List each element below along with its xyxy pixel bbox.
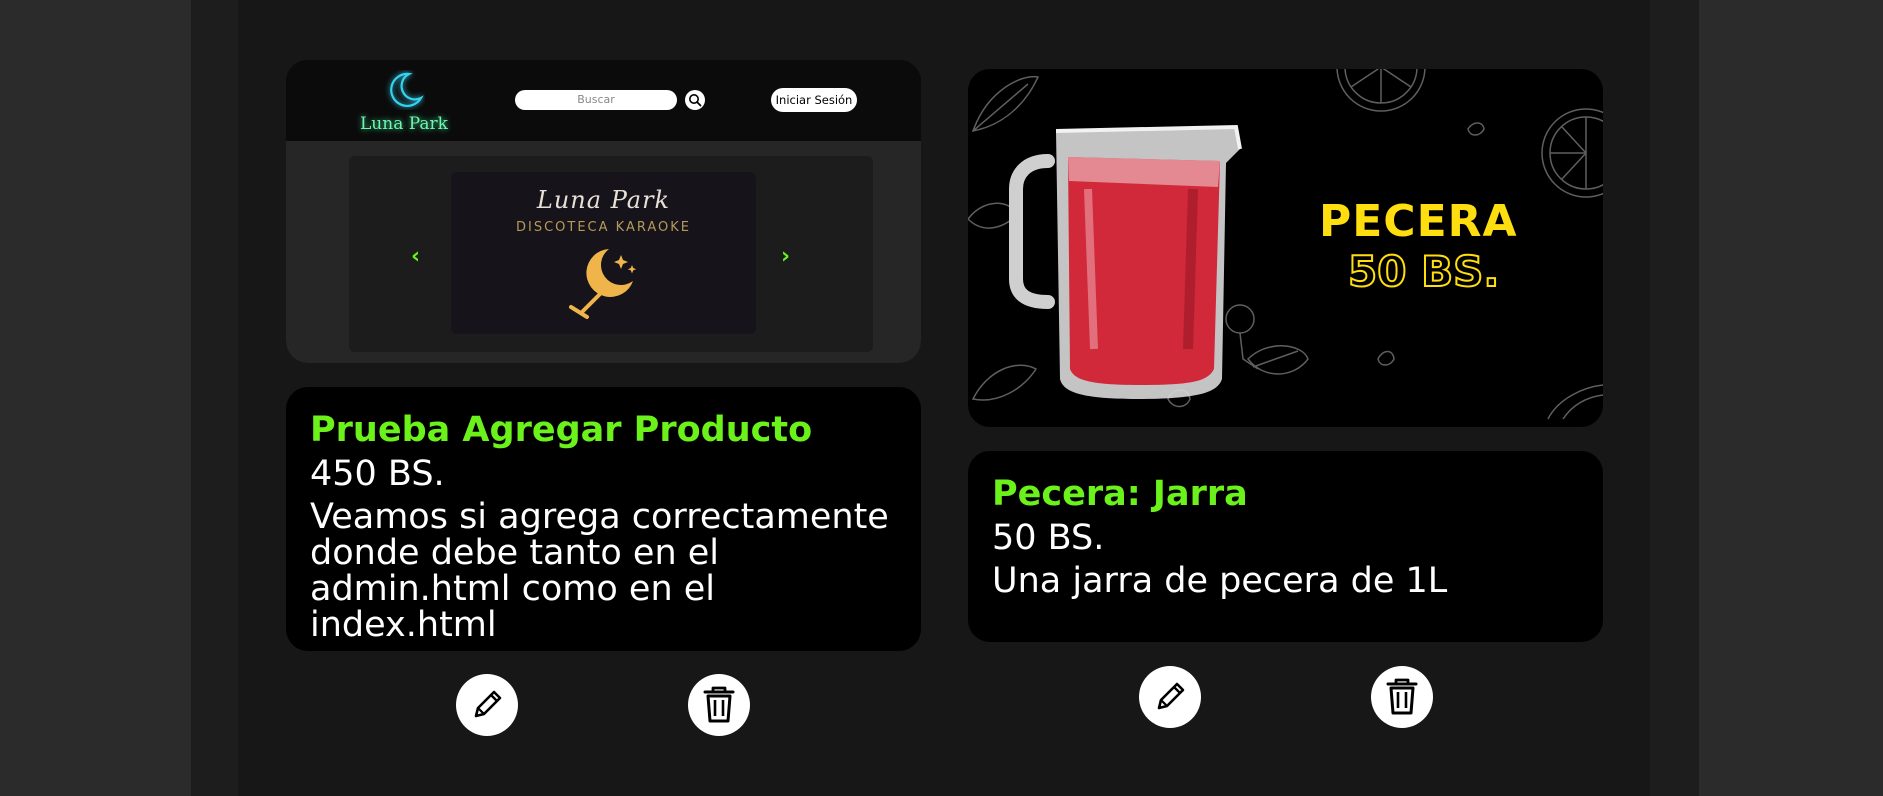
product-description: Veamos si agrega correctamente donde deb… <box>310 497 889 645</box>
login-button: Iniciar Sesión <box>771 88 857 112</box>
promo-title: PECERA <box>1319 196 1518 247</box>
search-input: Buscar <box>515 90 677 110</box>
product-image: Luna Park Buscar Iniciar Sesión ‹ Luna P… <box>286 60 921 363</box>
pencil-icon <box>1157 682 1185 710</box>
delete-button[interactable] <box>1371 666 1433 728</box>
product-image: PECERA 50 BS. <box>968 69 1603 427</box>
edit-button[interactable] <box>456 674 518 736</box>
trash-icon <box>1386 678 1418 715</box>
product-price: 450 BS. <box>310 454 445 494</box>
product-price: 50 BS. <box>992 518 1105 558</box>
screenshot-navbar: Luna Park Buscar Iniciar Sesión <box>286 60 921 141</box>
promo-background <box>968 69 1603 420</box>
carousel-slide: Luna Park DISCOTECA KARAOKE <box>451 172 756 334</box>
search-button <box>685 90 705 110</box>
product-title: Prueba Agregar Producto <box>310 410 813 450</box>
carousel: ‹ Luna Park DISCOTECA KARAOKE › <box>349 156 873 352</box>
product-info-card: Pecera: Jarra 50 BS. Una jarra de pecera… <box>968 451 1603 642</box>
edit-button[interactable] <box>1139 666 1201 728</box>
brand-logo: Luna Park <box>354 70 454 134</box>
product-description: Una jarra de pecera de 1L <box>992 561 1448 601</box>
carousel-next-arrow: › <box>781 244 791 269</box>
moon-icon <box>390 72 424 107</box>
slide-title: Luna Park <box>536 186 671 214</box>
slide-subtitle: DISCOTECA KARAOKE <box>516 220 691 235</box>
pencil-icon <box>474 690 502 718</box>
delete-button[interactable] <box>688 674 750 736</box>
product-title: Pecera: Jarra <box>992 474 1248 514</box>
promo-price: 50 BS. <box>1347 246 1500 297</box>
moon-glass-icon <box>568 249 636 319</box>
brand-name: Luna Park <box>360 114 448 134</box>
trash-icon <box>703 686 735 723</box>
carousel-prev-arrow: ‹ <box>411 244 421 269</box>
search-icon <box>689 94 702 107</box>
product-info-card: Prueba Agregar Producto 450 BS. Veamos s… <box>286 387 921 651</box>
